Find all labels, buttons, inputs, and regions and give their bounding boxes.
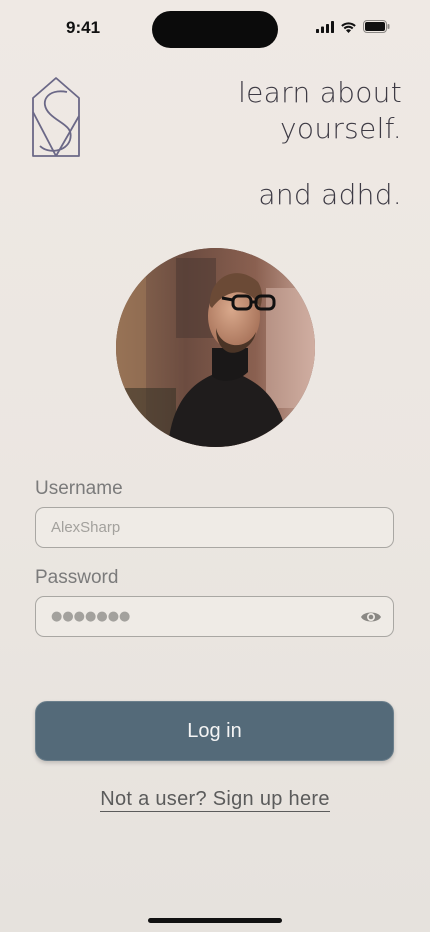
- username-value: AlexSharp: [51, 519, 121, 536]
- password-label: Password: [35, 567, 119, 588]
- status-icons: [316, 20, 390, 33]
- password-value: ●●●●●●●: [51, 609, 131, 624]
- tagline-primary: learn about yourself.: [238, 75, 402, 147]
- s-house-logo-icon: [32, 77, 80, 157]
- profile-photo: [116, 248, 315, 447]
- dynamic-island: [152, 11, 278, 48]
- tagline-line-2: yourself.: [280, 112, 402, 145]
- signup-link-container: Not a user? Sign up here: [0, 788, 430, 812]
- eye-icon[interactable]: [360, 608, 382, 626]
- username-label: Username: [35, 478, 123, 499]
- tagline-secondary: and adhd.: [258, 178, 402, 211]
- wifi-icon: [341, 21, 356, 33]
- status-time: 9:41: [66, 18, 101, 37]
- password-input[interactable]: ●●●●●●●: [35, 596, 394, 637]
- username-input[interactable]: AlexSharp: [35, 507, 394, 548]
- login-button[interactable]: Log in: [35, 701, 394, 761]
- tagline-line-1: learn about: [238, 76, 402, 109]
- home-indicator[interactable]: [148, 918, 282, 923]
- signup-link[interactable]: Not a user? Sign up here: [100, 788, 330, 812]
- battery-icon: [363, 20, 390, 33]
- cellular-signal-icon: [316, 20, 334, 33]
- status-bar: 9:41: [0, 0, 430, 58]
